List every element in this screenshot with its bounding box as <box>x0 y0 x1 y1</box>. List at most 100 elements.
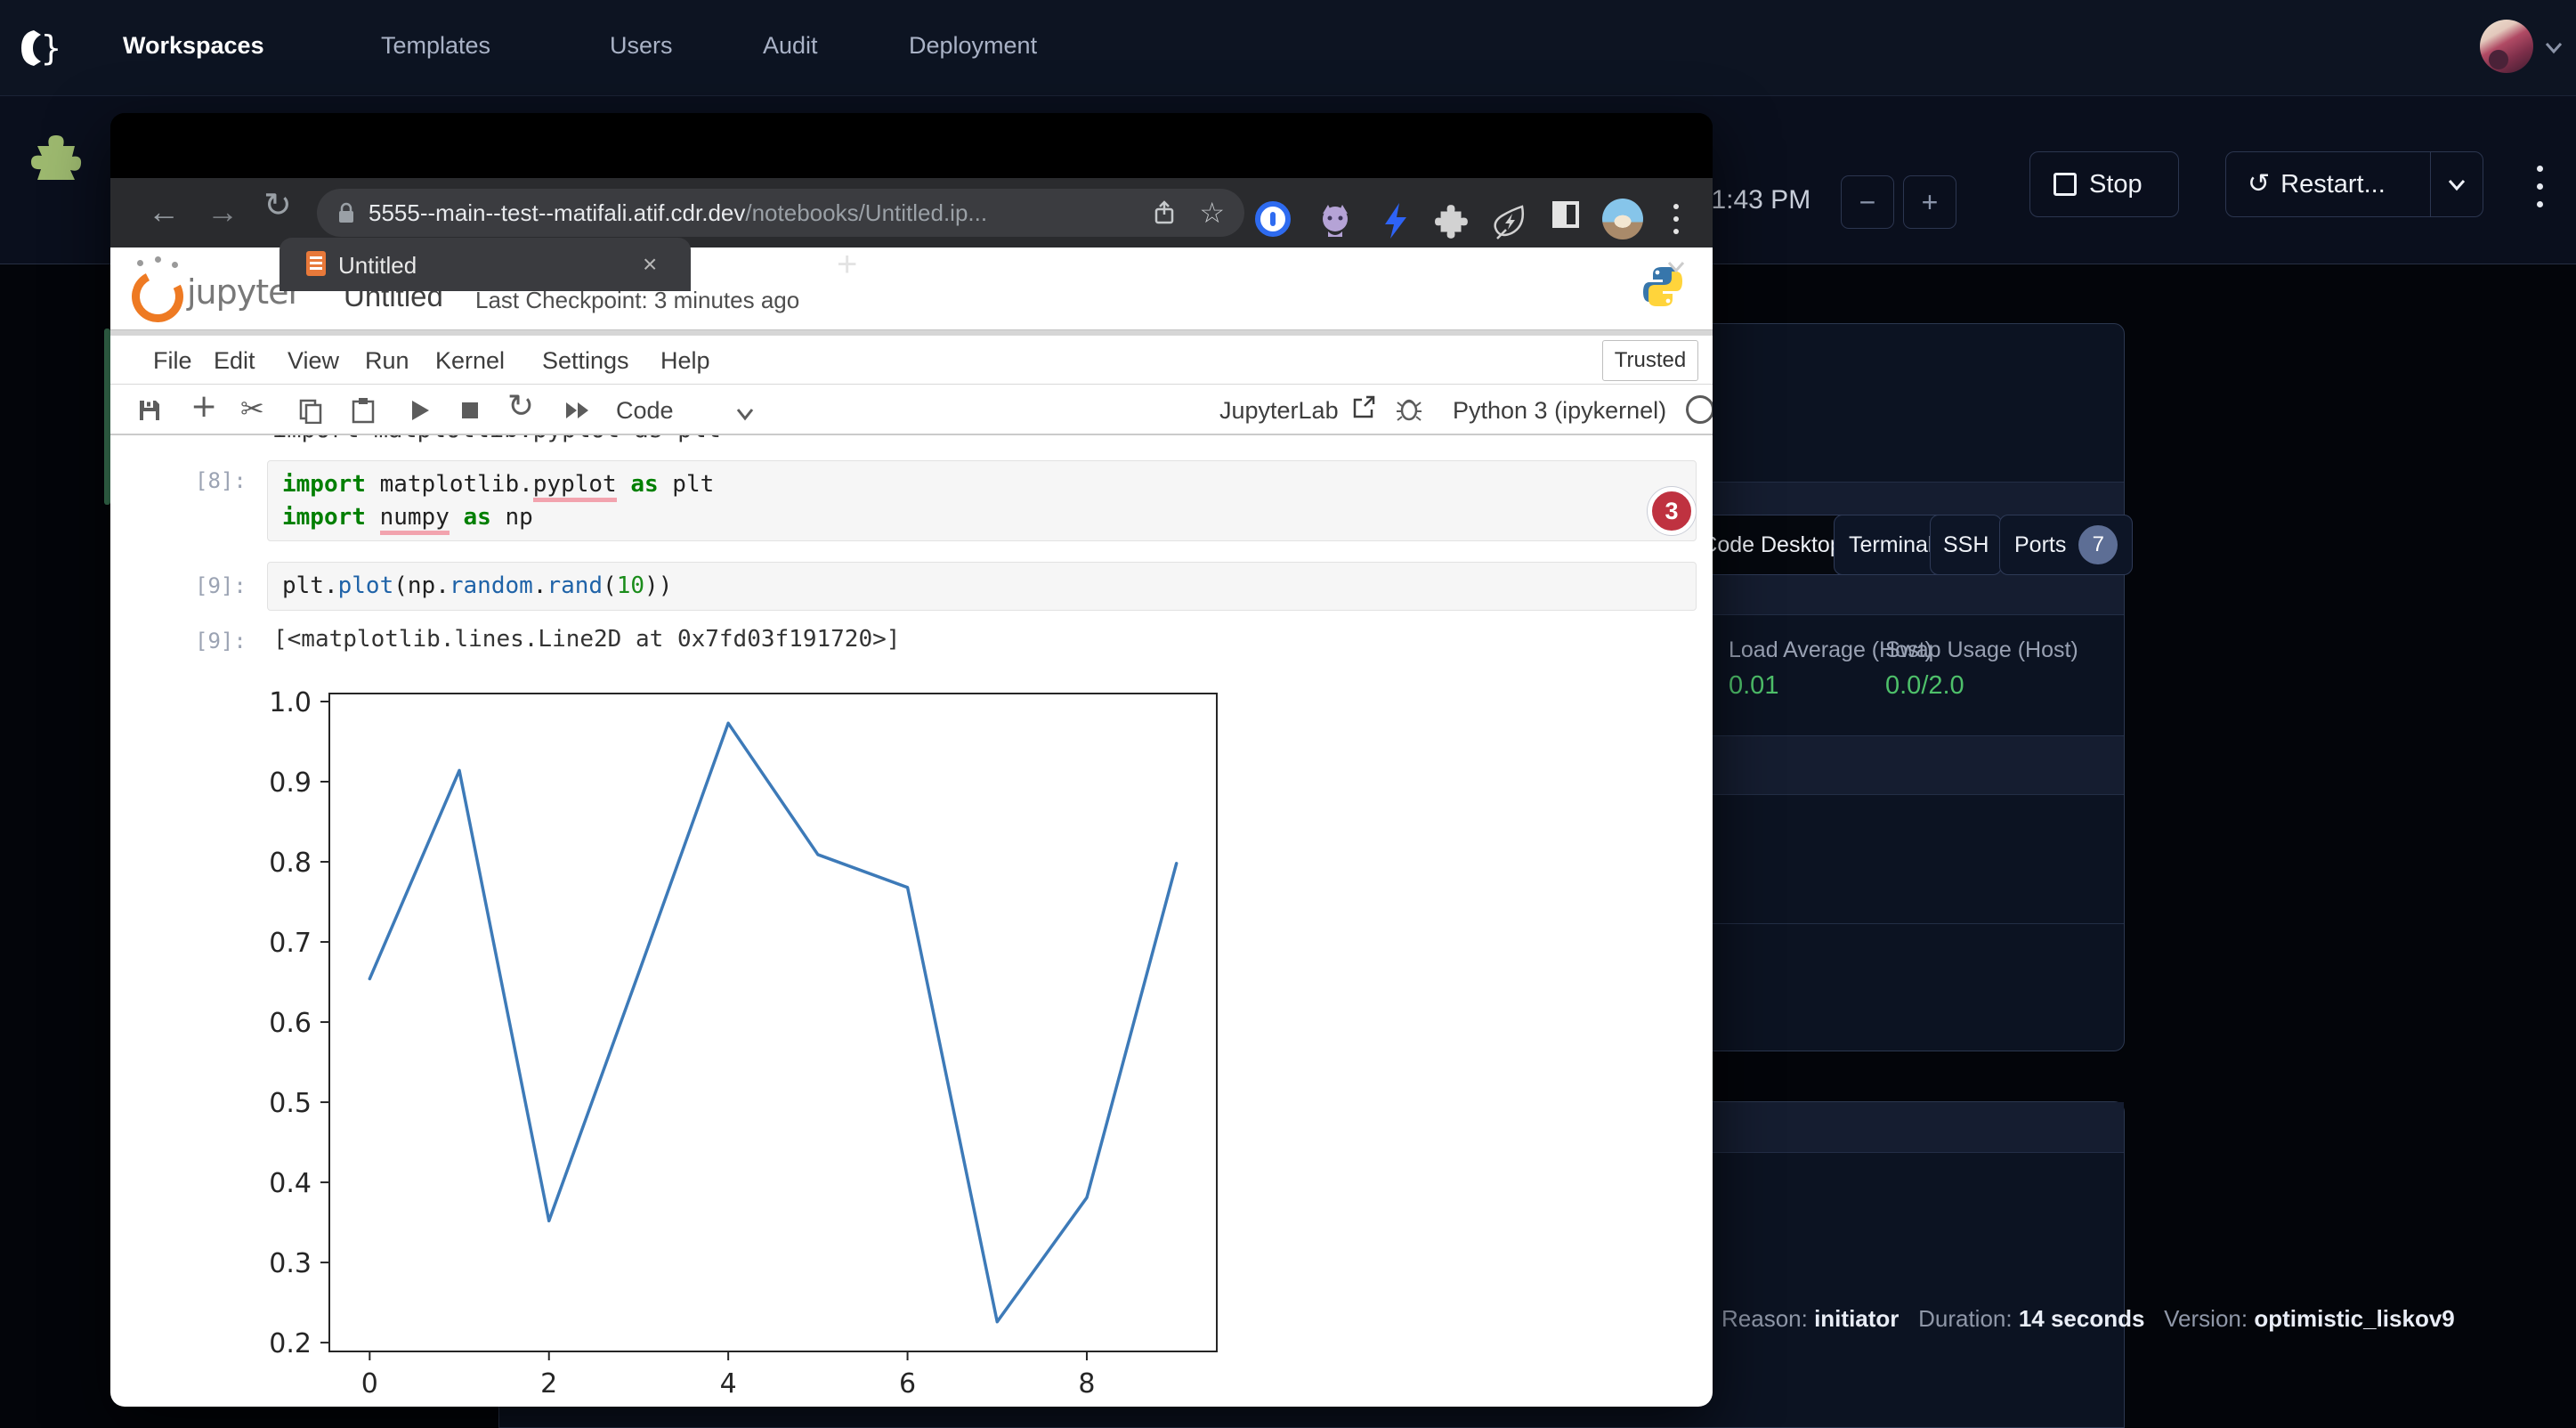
jupyter-page: jupyter Untitled Last Checkpoint: 3 minu… <box>110 247 1713 1407</box>
workspace-time: 11:43 PM <box>1698 185 1810 215</box>
browser-window: Untitled × + ← → ↻ 5555--main--test--mat… <box>110 113 1713 1407</box>
menu-kernel[interactable]: Kernel <box>435 347 505 375</box>
code-cell-9[interactable]: plt.plot(np.random.rand(10)) <box>267 562 1697 611</box>
menu-file[interactable]: File <box>153 347 192 375</box>
add-cell-icon[interactable]: + <box>190 394 217 420</box>
external-link-icon[interactable] <box>1351 395 1376 420</box>
active-accent-bar <box>104 329 110 505</box>
lock-icon <box>336 200 356 225</box>
screen: } Workspaces Templates Users Audit Deplo… <box>0 0 2576 1428</box>
extension-puzzle-icon[interactable] <box>27 128 85 180</box>
new-tab-button[interactable]: + <box>837 248 857 280</box>
app-button-ports[interactable]: Ports 7 <box>1999 515 2133 575</box>
nav-item-deployment[interactable]: Deployment <box>909 32 1037 60</box>
user-avatar[interactable] <box>2480 20 2533 73</box>
url-path: /notebooks/Untitled.ip... <box>745 199 987 227</box>
save-icon[interactable] <box>136 397 163 424</box>
chevron-down-icon[interactable] <box>2542 36 2565 59</box>
increase-button[interactable]: + <box>1903 175 1956 229</box>
svg-text:0.7: 0.7 <box>269 928 312 959</box>
restart-kernel-icon[interactable]: ↻ <box>507 394 534 420</box>
notebook-favicon-icon <box>306 251 326 276</box>
metric-label-swap: Swap Usage (Host) <box>1885 637 2078 663</box>
run-cell-icon[interactable] <box>406 397 433 424</box>
restart-button[interactable]: ↺ Restart... <box>2225 151 2483 217</box>
code-line: import matplotlib.pyplot as plt <box>282 468 1681 501</box>
stop-button[interactable]: Stop <box>2029 151 2179 217</box>
lightning-extension-icon[interactable] <box>1378 201 1414 240</box>
svg-text:0: 0 <box>361 1368 378 1400</box>
debugger-bug-icon[interactable] <box>1396 395 1422 422</box>
copy-cell-icon[interactable] <box>297 397 324 424</box>
bookmark-star-icon[interactable]: ☆ <box>1199 196 1225 230</box>
metric-value-load: 0.01 <box>1729 671 1778 701</box>
paste-cell-icon[interactable] <box>350 397 377 424</box>
duration-label: Duration: <box>1918 1305 2013 1332</box>
cell-type-chevron-icon[interactable] <box>733 404 757 424</box>
code-line: import numpy as np <box>282 501 1681 534</box>
menu-edit[interactable]: Edit <box>214 347 255 375</box>
extensions-puzzle-icon[interactable] <box>1435 201 1472 239</box>
menu-run[interactable]: Run <box>365 347 409 375</box>
svg-text:0.3: 0.3 <box>269 1248 312 1279</box>
browser-tab-strip <box>110 113 1713 178</box>
svg-text:6: 6 <box>899 1368 916 1400</box>
build-info-line: Reason: initiator Duration: 14 seconds V… <box>1721 1305 2455 1333</box>
tab-close-icon[interactable]: × <box>643 250 657 279</box>
svg-text:0.4: 0.4 <box>269 1168 312 1199</box>
svg-text:0.5: 0.5 <box>269 1088 312 1119</box>
decrease-button[interactable]: − <box>1841 175 1894 229</box>
ports-count-badge: 7 <box>2078 525 2118 564</box>
interrupt-kernel-icon[interactable] <box>457 397 483 424</box>
browser-tab[interactable]: Untitled × <box>279 238 691 291</box>
forward-button[interactable]: → <box>207 193 239 231</box>
restart-icon: ↺ <box>2248 171 2270 198</box>
ports-label: Ports <box>2014 532 2066 558</box>
jupyter-logo-icon <box>125 264 190 329</box>
clipped-code-line[interactable]: import matplotlib.pyplot as plt <box>267 435 1602 444</box>
side-panel-icon[interactable] <box>1552 201 1579 228</box>
menu-settings[interactable]: Settings <box>542 347 629 375</box>
more-options-kebab-icon[interactable] <box>2528 160 2551 214</box>
cell8-prompt: [8]: <box>195 468 247 493</box>
menu-help[interactable]: Help <box>660 347 710 375</box>
github-extension-icon[interactable] <box>1316 201 1355 240</box>
tab-search-chevron-icon[interactable] <box>1664 254 1689 279</box>
jupyterlab-link[interactable]: JupyterLab <box>1219 397 1339 425</box>
svg-text:0.6: 0.6 <box>269 1008 312 1039</box>
url-host: 5555--main--test--matifali.atif.cdr.dev <box>369 199 745 227</box>
share-icon[interactable] <box>1153 199 1176 226</box>
trusted-button[interactable]: Trusted <box>1602 340 1698 381</box>
onepassword-extension-icon[interactable] <box>1255 201 1291 237</box>
svg-text:0.9: 0.9 <box>269 767 312 799</box>
back-button[interactable]: ← <box>148 193 180 231</box>
svg-text:}: } <box>41 28 61 68</box>
code-cell-8[interactable]: import matplotlib.pyplot as plt import n… <box>267 460 1697 541</box>
energy-saver-icon[interactable] <box>1492 201 1529 240</box>
nav-item-users[interactable]: Users <box>610 32 673 60</box>
cut-cell-icon[interactable]: ✂ <box>240 395 267 422</box>
output-repr-text: [<matplotlib.lines.Line2D at 0x7fd03f191… <box>273 626 900 653</box>
app-button-ssh[interactable]: SSH <box>1930 515 2002 575</box>
browser-tab-title: Untitled <box>338 252 417 280</box>
kernel-name[interactable]: Python 3 (ipykernel) <box>1453 397 1666 425</box>
cell-type-select[interactable]: Code <box>616 397 674 425</box>
nav-item-templates[interactable]: Templates <box>381 32 490 60</box>
nav-item-workspaces[interactable]: Workspaces <box>123 32 264 60</box>
notification-count-badge[interactable]: 3 <box>1648 487 1696 535</box>
browser-profile-avatar[interactable] <box>1602 199 1643 239</box>
svg-text:8: 8 <box>1078 1368 1095 1400</box>
app-logo-icon[interactable]: } <box>14 23 62 73</box>
menu-view[interactable]: View <box>288 347 339 375</box>
address-bar[interactable]: 5555--main--test--matifali.atif.cdr.dev … <box>317 189 1244 237</box>
restart-options-chevron-icon[interactable] <box>2445 173 2468 196</box>
reason-value: initiator <box>1814 1305 1899 1332</box>
reason-label: Reason: <box>1721 1305 1808 1332</box>
header-divider <box>110 329 1713 336</box>
run-all-cells-icon[interactable] <box>563 397 590 424</box>
browser-menu-kebab-icon[interactable] <box>1673 202 1682 238</box>
stop-label: Stop <box>2089 170 2143 199</box>
nav-item-audit[interactable]: Audit <box>763 32 818 60</box>
svg-text:2: 2 <box>540 1368 557 1400</box>
reload-button[interactable]: ↻ <box>263 191 292 218</box>
